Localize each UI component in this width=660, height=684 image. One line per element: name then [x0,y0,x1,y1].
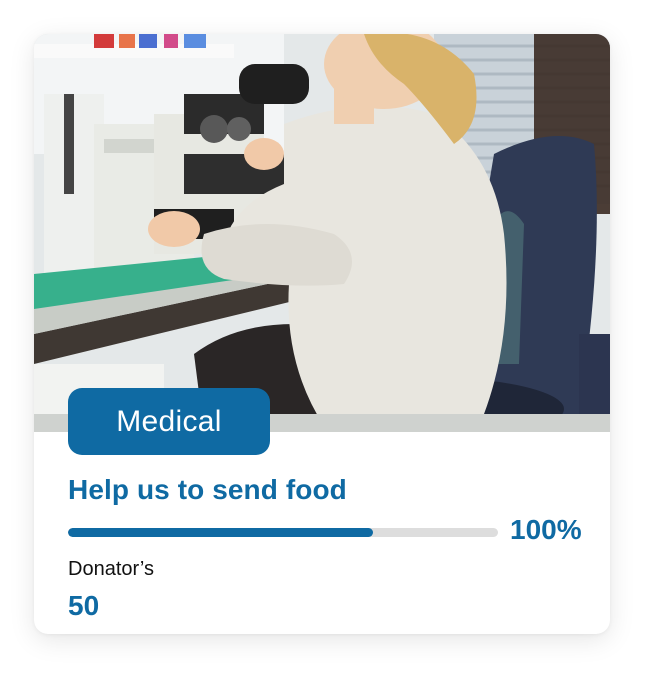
category-badge[interactable]: Medical [68,388,270,455]
progress-percent: 100% [510,514,582,545]
progress-bar [68,528,498,537]
progress-bar-fill [68,528,374,537]
campaign-photo [34,34,610,432]
campaign-card[interactable]: Medical Help us to send food 100% Donato… [34,34,610,634]
campaign-title[interactable]: Help us to send food [68,474,347,506]
lab-photo-illustration [34,34,610,432]
donators-count: 50 [68,590,100,621]
donators-label: Donator’s [68,558,154,580]
